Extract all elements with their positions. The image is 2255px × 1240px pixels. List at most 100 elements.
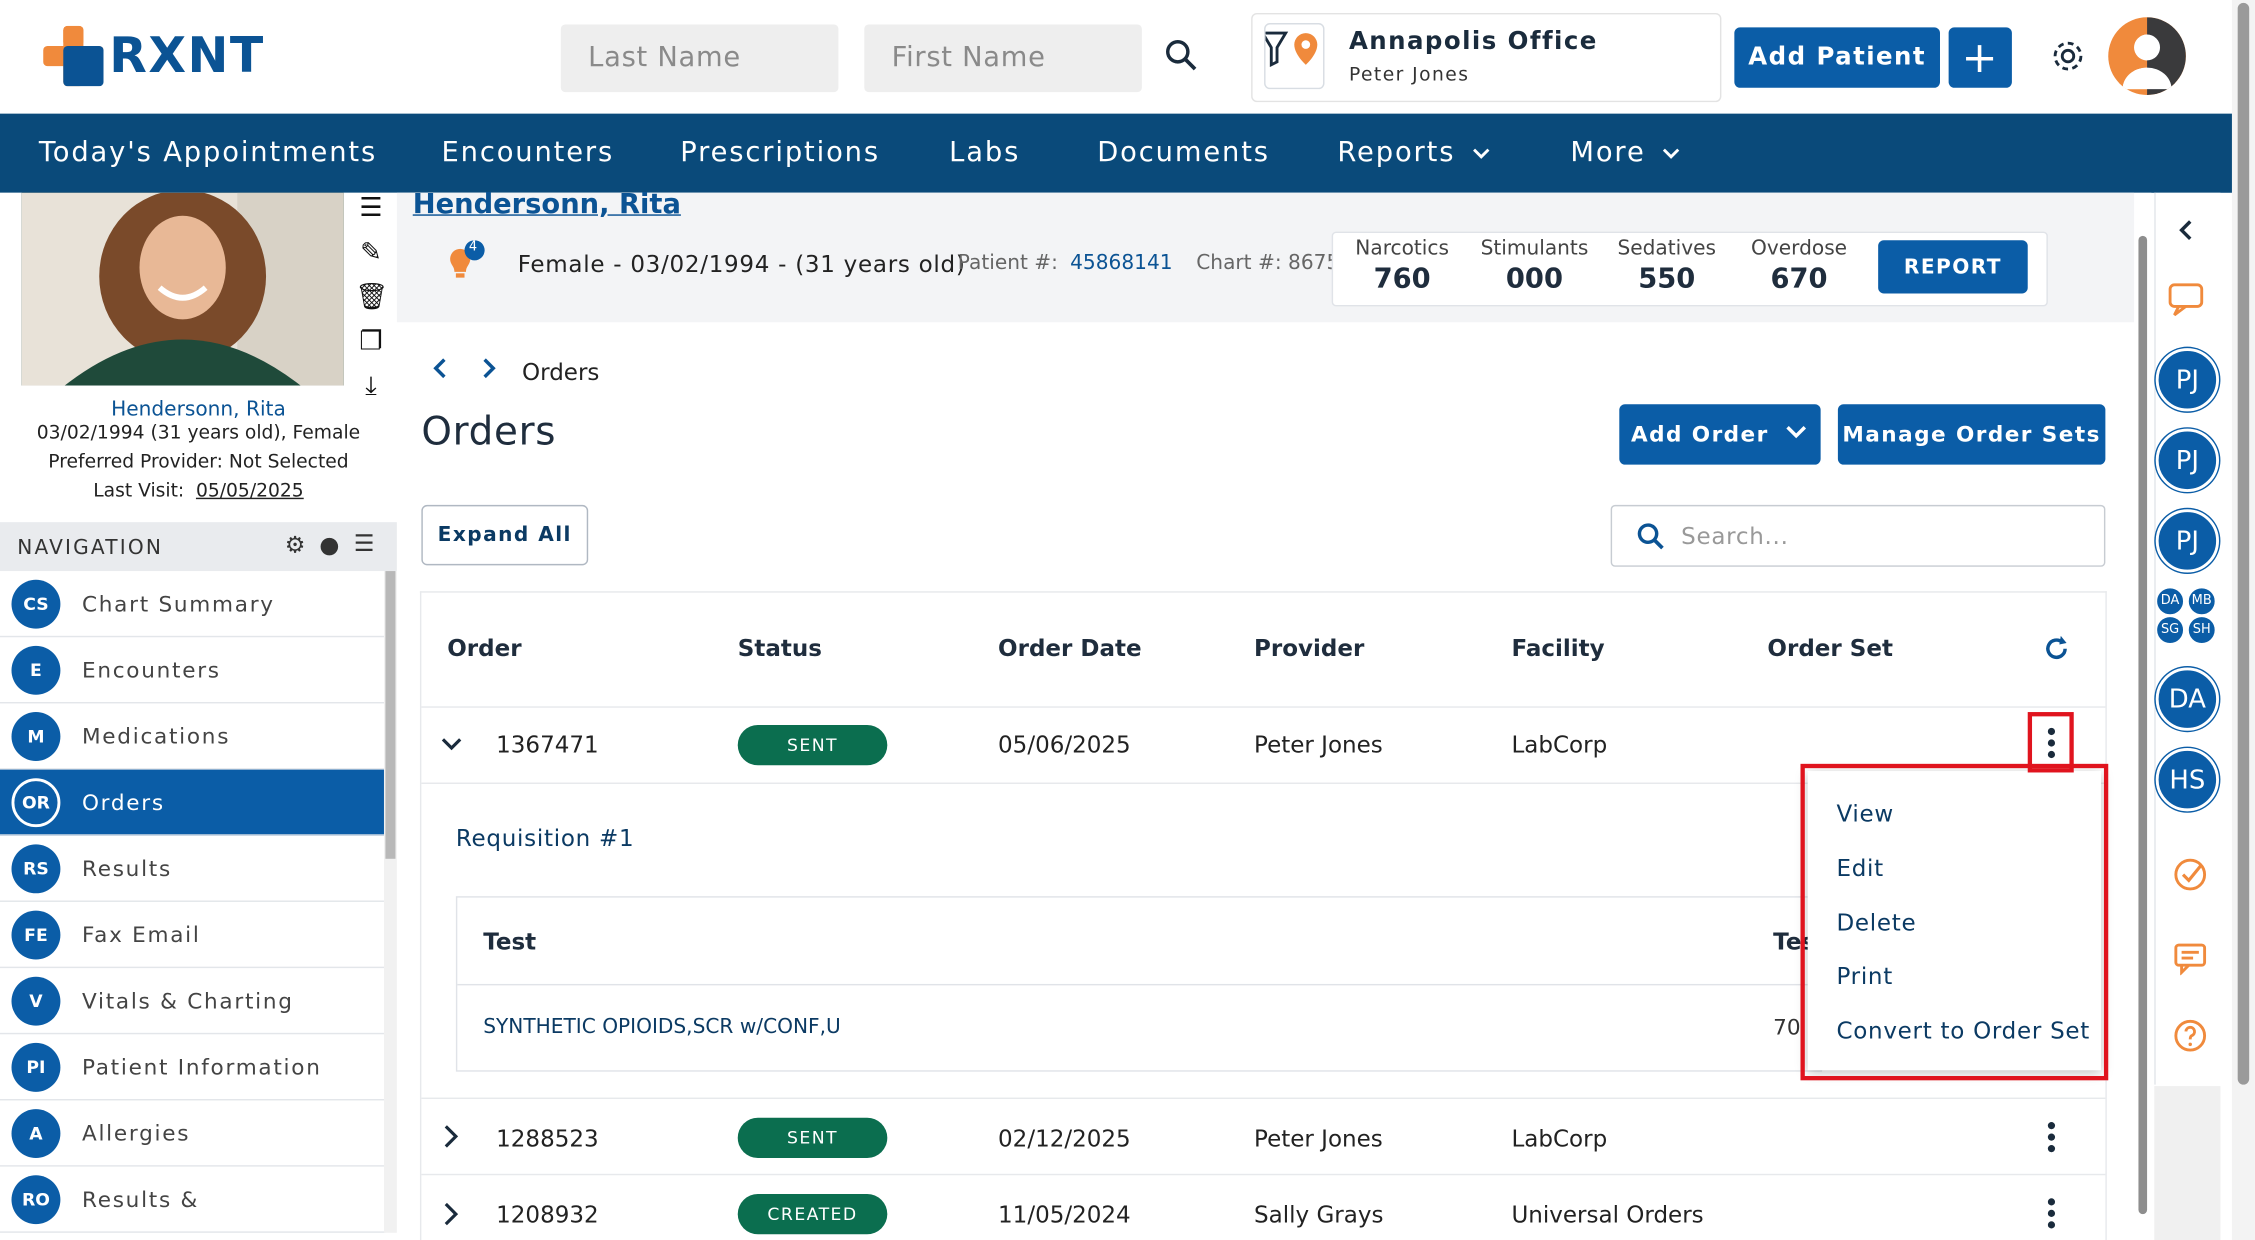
team-avatar[interactable]: PJ — [2155, 428, 2219, 492]
last-visit-date[interactable]: 05/05/2025 — [196, 480, 304, 502]
nav-item-encounters[interactable]: E Encounters — [0, 637, 386, 704]
team-mini-avatar[interactable]: SH — [2187, 615, 2217, 645]
person-icon[interactable]: ● — [319, 531, 339, 558]
nav-badge: M — [11, 711, 61, 761]
order-provider: Peter Jones — [1254, 1124, 1383, 1153]
nav-label: Allergies — [81, 1119, 191, 1146]
nav-item-patient-information[interactable]: PI Patient Information — [0, 1034, 386, 1101]
stat-sedatives: Sedatives 550 — [1602, 237, 1731, 295]
navigation-scrollbar[interactable] — [383, 571, 397, 1233]
status-badge: CREATED — [737, 1193, 888, 1235]
scrollbar-thumb[interactable] — [2138, 235, 2148, 1215]
nav-item-medications[interactable]: M Medications — [0, 703, 386, 770]
nav-item-results-and[interactable]: RO Results & — [0, 1167, 386, 1233]
nav-documents[interactable]: Documents — [1097, 137, 1270, 169]
gear-icon[interactable]: ⚙ — [285, 531, 306, 558]
nav-encounters[interactable]: Encounters — [441, 137, 614, 169]
patient-number[interactable]: 45868141 — [1070, 252, 1172, 275]
list-icon[interactable]: ☰ — [354, 529, 375, 556]
row-actions-kebab-icon[interactable] — [2039, 1198, 2062, 1235]
chevron-right-icon[interactable] — [441, 1201, 461, 1233]
order-date: 05/06/2025 — [998, 730, 1131, 759]
nav-reports[interactable]: Reports — [1337, 137, 1455, 169]
message-icon[interactable] — [2173, 941, 2208, 981]
chevron-right-icon[interactable] — [441, 1123, 461, 1155]
stat-label: Narcotics — [1355, 237, 1449, 261]
order-search-input[interactable]: Search... — [1610, 504, 2106, 567]
team-mini-avatar[interactable]: SG — [2155, 615, 2185, 645]
chevron-down-icon — [1470, 142, 1493, 169]
settings-gear-icon[interactable] — [2049, 37, 2086, 80]
nav-labs[interactable]: Labs — [949, 137, 1020, 169]
team-avatar[interactable]: DA — [2155, 667, 2219, 731]
team-mini-avatar[interactable]: MB — [2187, 586, 2217, 616]
nav-item-vitals-charting[interactable]: V Vitals & Charting — [0, 968, 386, 1035]
col-order[interactable]: Order — [447, 634, 521, 661]
help-icon[interactable] — [2173, 1018, 2208, 1058]
nav-prescriptions[interactable]: Prescriptions — [680, 137, 880, 169]
nav-badge: OR — [11, 777, 61, 827]
stat-value: 670 — [1770, 263, 1828, 295]
row-actions-kebab-icon[interactable] — [2039, 1122, 2062, 1159]
main-scrollbar[interactable] — [2134, 192, 2152, 1240]
chevron-down-icon[interactable] — [439, 734, 465, 761]
add-plus-button[interactable]: + — [1948, 27, 2012, 88]
col-order-set[interactable]: Order Set — [1767, 634, 1893, 661]
chat-icon[interactable] — [2167, 282, 2207, 325]
chevron-left-icon[interactable] — [2176, 219, 2196, 248]
task-check-icon[interactable] — [2173, 857, 2208, 897]
list-icon[interactable]: ☰ — [355, 193, 387, 225]
nav-item-results[interactable]: RS Results — [0, 836, 386, 902]
navigation-list: CS Chart Summary E Encounters M Medications… — [0, 571, 386, 1233]
col-status[interactable]: Status — [738, 634, 822, 661]
nav-item-chart-summary[interactable]: CS Chart Summary — [0, 571, 386, 638]
user-avatar[interactable] — [2108, 17, 2186, 95]
stat-narcotics: Narcotics 760 — [1337, 237, 1466, 295]
nav-more[interactable]: More — [1570, 137, 1645, 169]
last-visit-label: Last Visit: — [93, 480, 185, 503]
scrollbar-thumb[interactable] — [2237, 2, 2250, 1085]
stat-label: Overdose — [1751, 237, 1848, 261]
last-name-input[interactable]: Last Name — [560, 24, 839, 93]
team-avatar[interactable]: PJ — [2155, 348, 2219, 412]
team-avatar[interactable]: HS — [2155, 748, 2219, 812]
sub-col-test: Test — [483, 927, 537, 956]
patient-header-bar: Hendersonn, Rita 4 Female - 03/02/1994 -… — [396, 188, 2135, 323]
nav-todays-appointments[interactable]: Today's Appointments — [39, 137, 377, 169]
lightbulb-alert-icon[interactable]: 4 — [446, 240, 489, 289]
rxnt-logo[interactable]: RXNT — [43, 25, 265, 87]
patient-name-link[interactable]: Hendersonn, Rita — [413, 188, 681, 220]
report-button[interactable]: REPORT — [1878, 240, 2028, 294]
nav-label: Encounters — [81, 656, 221, 683]
col-facility[interactable]: Facility — [1511, 634, 1604, 661]
refresh-icon[interactable] — [2042, 634, 2071, 669]
location-selector[interactable]: Annapolis Office Peter Jones — [1251, 12, 1722, 103]
order-date: 02/12/2025 — [998, 1124, 1131, 1153]
team-avatar[interactable]: PJ — [2155, 509, 2219, 573]
nav-badge: V — [11, 976, 61, 1025]
team-mini-avatar[interactable]: DA — [2155, 586, 2185, 616]
manage-order-sets-button[interactable]: Manage Order Sets — [1837, 404, 2106, 465]
chevron-left-icon[interactable] — [430, 357, 450, 386]
add-order-label: Add Order — [1630, 421, 1769, 448]
order-date: 11/05/2024 — [998, 1201, 1131, 1229]
chart-number-label: Chart #: — [1196, 251, 1282, 275]
copy-icon[interactable]: ❐ — [355, 327, 387, 359]
col-provider[interactable]: Provider — [1254, 634, 1364, 661]
nav-item-fax-email[interactable]: FE Fax Email — [0, 902, 386, 969]
add-patient-button[interactable]: Add Patient — [1734, 27, 1940, 88]
nav-label: Results — [81, 855, 172, 882]
first-name-input[interactable]: First Name — [864, 24, 1142, 93]
nav-item-allergies[interactable]: A Allergies — [0, 1100, 386, 1167]
nav-item-orders[interactable]: OR Orders — [0, 769, 386, 836]
expand-all-button[interactable]: Expand All — [421, 504, 589, 566]
patient-number-label: Patient #: — [957, 251, 1058, 275]
edit-icon[interactable]: ✎ — [355, 237, 387, 269]
col-order-date[interactable]: Order Date — [998, 634, 1142, 661]
page-scrollbar[interactable] — [2231, 0, 2255, 1240]
add-order-button[interactable]: Add Order — [1619, 404, 1821, 465]
chevron-right-icon[interactable] — [479, 357, 499, 386]
search-icon[interactable] — [1163, 37, 1198, 77]
trash-icon[interactable]: 🗑 — [355, 282, 388, 314]
patient-card-name[interactable]: Hendersonn, Rita — [0, 398, 397, 421]
